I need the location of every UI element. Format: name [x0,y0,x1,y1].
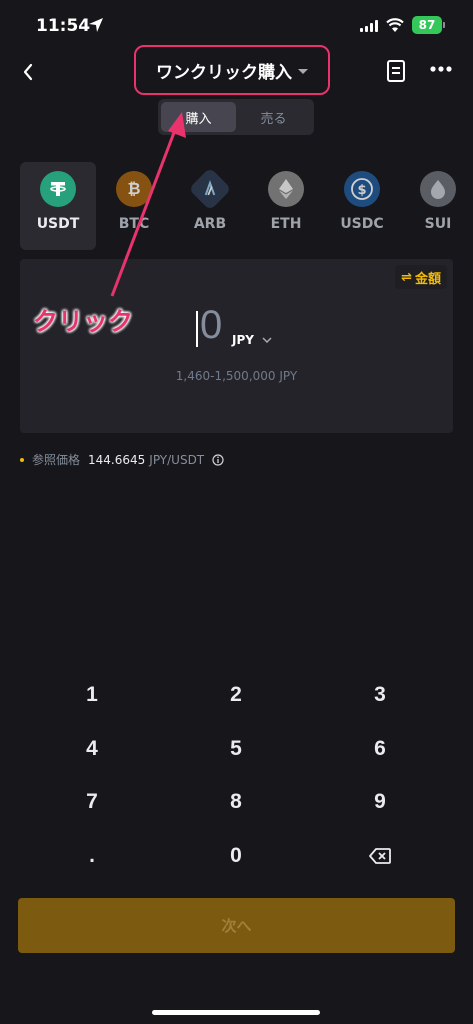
amount-range: 1,460-1,500,000 JPY [175,369,298,383]
amount-card: ⇌ 金額 0 JPY 1,460-1,500,000 JPY [20,259,453,433]
switch-amount-button[interactable]: ⇌ 金額 [395,265,447,289]
amount-input[interactable]: 0 [200,303,222,348]
backspace-icon [369,848,391,864]
buy-tab[interactable]: 購入 [161,102,236,132]
coin-label: USDT [36,216,80,232]
bitcoin-icon: ₿ [116,171,152,207]
coin-label: ETH [270,216,302,232]
reference-price-row: 参照価格 144.6645 JPY/USDT [20,451,224,468]
key-2[interactable]: 2 [176,675,296,715]
wifi-icon [386,18,404,32]
coin-sui[interactable]: SUI [400,162,473,250]
coin-label: BTC [118,216,150,232]
key-decimal[interactable]: . [32,836,152,876]
svg-text:$: $ [357,183,366,198]
next-button[interactable]: 次へ [18,898,455,953]
reference-price-label: 参照価格 [32,453,81,467]
ethereum-icon [268,171,304,207]
coin-label: ARB [193,216,227,232]
coin-usdt[interactable]: USDT [20,162,96,250]
status-time: 11:54 [36,16,91,36]
usdc-icon: $ [344,171,380,207]
bullet-dot [20,457,24,462]
chevron-left-icon [23,63,33,81]
coin-usdc[interactable]: $ USDC [324,162,400,250]
home-indicator[interactable] [152,1010,320,1015]
battery-indicator: 87 [412,16,445,34]
buy-sell-toggle: 購入 売る [158,99,314,135]
coin-label: SUI [424,216,452,232]
reference-price-value: 144.6645 [88,452,146,467]
key-0[interactable]: 0 [176,836,296,876]
currency-selector[interactable]: JPY [232,333,272,347]
coin-arb[interactable]: ARB [172,162,248,250]
text-cursor [196,311,198,347]
mode-selector[interactable]: ワンクリック購入 [134,45,330,95]
annotation-label: クリック [33,307,134,336]
key-3[interactable]: 3 [320,675,440,715]
arbitrum-icon [188,167,232,211]
currency-label: JPY [232,333,254,347]
chevron-down-icon [262,337,272,343]
sell-tab[interactable]: 売る [236,102,311,132]
reference-price-unit: JPY/USDT [149,452,205,467]
svg-text:₿: ₿ [127,179,140,198]
back-button[interactable] [14,58,42,86]
switch-amount-label: 金額 [414,271,441,287]
sui-icon [420,171,456,207]
swap-icon: ⇌ [401,269,412,285]
tether-icon [40,171,76,207]
caret-down-icon [298,68,308,74]
key-9[interactable]: 9 [320,782,440,822]
key-backspace[interactable] [320,836,440,876]
cellular-signal-icon [360,20,378,32]
info-icon[interactable] [212,453,224,466]
key-4[interactable]: 4 [32,729,152,769]
coin-selector: USDT ₿ BTC ARB ETH $ USDC SUI [20,162,473,250]
coin-label: USDC [340,216,384,232]
order-history-button[interactable] [384,58,408,84]
key-7[interactable]: 7 [32,782,152,822]
coin-btc[interactable]: ₿ BTC [96,162,172,250]
key-5[interactable]: 5 [176,729,296,769]
location-arrow-icon [89,18,103,32]
more-options-button[interactable] [428,64,454,74]
key-1[interactable]: 1 [32,675,152,715]
key-6[interactable]: 6 [320,729,440,769]
key-8[interactable]: 8 [176,782,296,822]
page-title: ワンクリック購入 [156,62,292,83]
coin-eth[interactable]: ETH [248,162,324,250]
